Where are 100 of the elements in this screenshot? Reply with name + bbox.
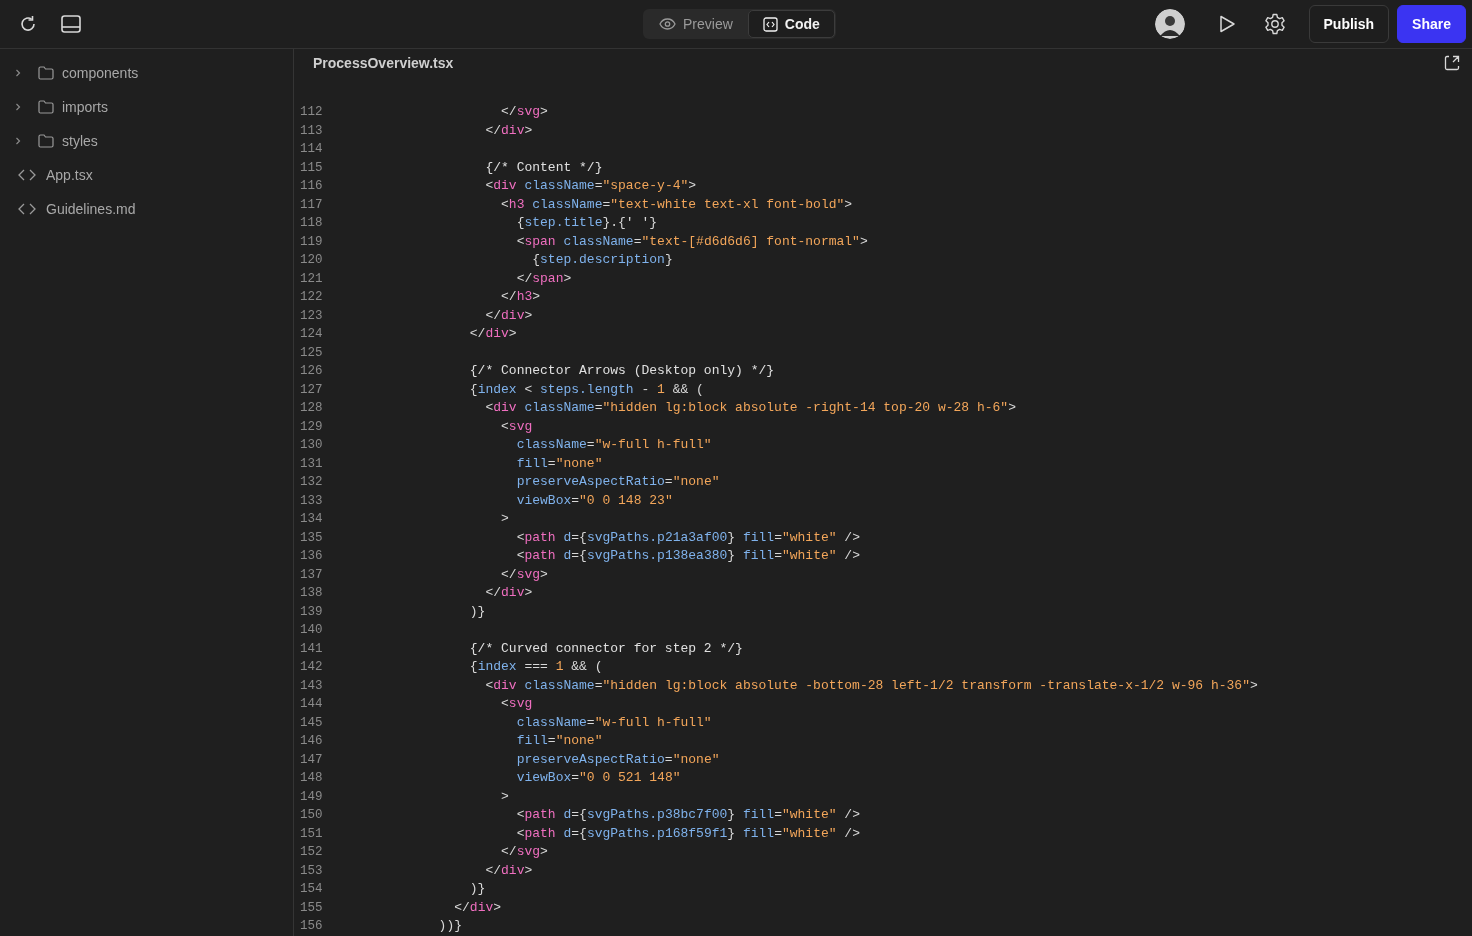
- chevron-icon: [14, 69, 22, 77]
- code-line: {/* Content */}: [484, 158, 603, 177]
- line-number: 122: [299, 289, 324, 306]
- code-line: <span className="text-[#d6d6d6] font-normal">: [515, 232, 868, 251]
- view-tab[interactable]: Code: [747, 10, 835, 38]
- line-number: 121: [299, 270, 324, 288]
- code-line: </div>: [484, 861, 533, 880]
- code-line: className="w-full h-full": [515, 436, 712, 454]
- line-number: 116: [299, 178, 324, 195]
- line-number: 112: [299, 104, 324, 121]
- folder-icon: [38, 134, 54, 148]
- code-line: >: [500, 787, 509, 806]
- line-number: 127: [299, 381, 324, 399]
- code-line: <svg: [500, 695, 533, 713]
- code-line: {index < steps.length - 1 && (: [468, 380, 704, 399]
- code-line: {/* Connector Arrows (Desktop only) */}: [468, 362, 775, 380]
- line-number: 128: [299, 400, 324, 417]
- line-number: 153: [299, 862, 324, 880]
- line-number: 152: [299, 844, 324, 861]
- code-line: )}: [468, 880, 486, 898]
- code-line: </svg>: [500, 565, 548, 584]
- code-line: <path d={svgPaths.p38bc7f00} fill="white" />: [515, 806, 860, 824]
- code-line: {/* Curved connector for step 2 */}: [468, 639, 743, 658]
- code-line: fill="none": [515, 732, 603, 750]
- line-number: 129: [299, 418, 324, 436]
- folder-icon: [38, 66, 54, 80]
- share-button[interactable]: Share: [1397, 5, 1466, 43]
- line-number: 114: [299, 141, 324, 158]
- chevron-icon: [14, 137, 22, 145]
- code-line: <div className="hidden lg:block absolute -bottom-28 left-1/2 transform -translate-x-1/2 w-96 h-36">: [484, 676, 1258, 695]
- code-line: <svg: [500, 417, 533, 436]
- line-number: 156: [299, 918, 324, 935]
- code-line: fill="none": [515, 454, 603, 473]
- line-number: 113: [299, 122, 324, 140]
- code-line: <path d={svgPaths.p21a3af00} fill="white" />: [515, 528, 860, 547]
- line-number: 140: [299, 622, 324, 639]
- line-number: 144: [299, 696, 324, 713]
- code-icon: [18, 169, 36, 181]
- line-number: 119: [299, 233, 324, 251]
- file-item[interactable]: Guidelines.md: [0, 192, 293, 226]
- code-line: )}: [468, 602, 486, 621]
- line-number: 117: [299, 196, 324, 214]
- line-number: 134: [299, 511, 324, 528]
- folder-item[interactable]: imports: [0, 90, 293, 124]
- expand-icon[interactable]: [1444, 55, 1460, 71]
- line-number: 130: [299, 437, 324, 454]
- line-number: 126: [299, 363, 324, 380]
- line-number: 136: [299, 548, 324, 565]
- line-number: 133: [299, 492, 324, 510]
- folder-item[interactable]: components: [0, 56, 293, 90]
- code-line: <path d={svgPaths.p138ea380} fill="white" />: [515, 547, 860, 565]
- line-number: 135: [299, 529, 324, 547]
- line-number: 132: [299, 474, 324, 491]
- code-line: viewBox="0 0 148 23": [515, 491, 673, 510]
- chevron-icon: [14, 103, 22, 111]
- line-number: 146: [299, 733, 324, 750]
- line-number: 115: [299, 159, 324, 177]
- code-icon: [762, 16, 778, 32]
- file-item[interactable]: App.tsx: [0, 158, 293, 192]
- line-number: 139: [299, 603, 324, 621]
- line-number: 141: [299, 640, 324, 658]
- code-icon: [18, 203, 36, 215]
- code-line: {step.title}.{' '}: [515, 214, 658, 232]
- code-line: className="w-full h-full": [515, 713, 712, 732]
- code-line: {index === 1 && (: [468, 658, 603, 676]
- line-number: 137: [299, 566, 324, 584]
- line-number: 149: [299, 788, 324, 806]
- code-line: </div>: [484, 121, 533, 140]
- line-number: 145: [299, 714, 324, 732]
- file-tab[interactable]: ProcessOverview.tsx: [313, 55, 454, 71]
- line-number: 154: [299, 881, 324, 898]
- line-number: 151: [299, 825, 324, 843]
- line-number: 147: [299, 751, 324, 769]
- code-line: {step.description}: [531, 251, 673, 269]
- code-line: <div className="hidden lg:block absolute -right-14 top-20 w-28 h-6">: [484, 399, 1016, 417]
- folder-icon: [38, 100, 54, 114]
- line-number: 142: [299, 659, 324, 676]
- code-line: </div>: [468, 325, 517, 343]
- code-line: preserveAspectRatio="none": [515, 750, 720, 769]
- view-tab[interactable]: Preview: [644, 10, 748, 38]
- folder-item[interactable]: styles: [0, 124, 293, 158]
- code-line: </div>: [453, 898, 502, 917]
- line-number: 148: [299, 770, 324, 787]
- avatar[interactable]: [1154, 9, 1185, 39]
- line-number: 143: [299, 677, 324, 695]
- code-line: <path d={svgPaths.p168f59f1} fill="white" />: [515, 824, 860, 843]
- line-number: 138: [299, 585, 324, 602]
- code-line: <div className="space-y-4">: [484, 177, 697, 195]
- code-line: </div>: [484, 584, 533, 602]
- eye-icon: [659, 18, 676, 30]
- code-line: <h3 className="text-white text-xl font-bold">: [500, 195, 853, 214]
- code-line: </div>: [484, 306, 533, 325]
- code-line: ))}: [437, 917, 463, 935]
- code-line: preserveAspectRatio="none": [515, 473, 720, 491]
- publish-button[interactable]: Publish: [1308, 5, 1390, 43]
- code-line: </svg>: [500, 103, 548, 121]
- code-line: </svg>: [500, 843, 548, 861]
- line-number: 120: [299, 252, 324, 269]
- line-number: 131: [299, 455, 324, 473]
- line-number: 124: [299, 326, 324, 343]
